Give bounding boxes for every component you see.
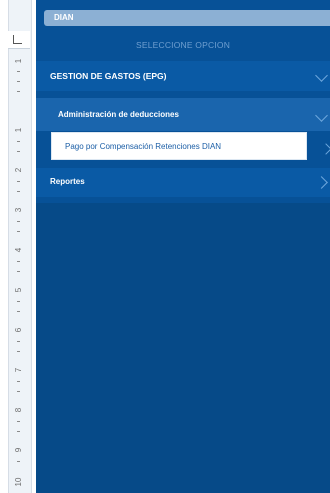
ruler-mark: 8 — [14, 407, 23, 413]
ruler-tick — [17, 181, 20, 182]
ruler-tick — [17, 381, 20, 382]
ruler-mark: 1 — [14, 127, 23, 133]
ruler-tick — [17, 81, 20, 82]
menu-item-gestion-label: GESTION DE GASTOS (EPG) — [50, 71, 167, 81]
ruler-tick — [17, 261, 20, 262]
app-header-bar — [44, 10, 330, 26]
ruler-mark: 3 — [14, 207, 23, 213]
ruler-tick — [17, 341, 20, 342]
menu-item-admin[interactable]: Administración de deducciones — [36, 98, 330, 131]
select-title: SELECCIONE OPCION — [135, 40, 231, 50]
ruler-tick — [17, 191, 20, 192]
ruler-tick — [17, 221, 20, 222]
tab-marker-icon — [13, 35, 22, 44]
ruler-tick — [17, 311, 20, 312]
ruler-tick — [17, 271, 20, 272]
ruler-mark: 10 — [14, 477, 23, 487]
menu-item-reportes-label: Reportes — [50, 177, 85, 186]
chevron-down-icon — [315, 109, 328, 122]
chevron-right-icon — [315, 176, 328, 189]
vertical-ruler: 1 1 2 3 4 5 6 7 8 9 10 — [0, 0, 36, 493]
ruler-mark: 4 — [14, 247, 23, 253]
ruler-tick — [17, 351, 20, 352]
panel-bottom — [36, 203, 330, 493]
chevron-right-icon — [320, 143, 330, 155]
ruler-tick — [17, 461, 20, 462]
ruler-mark: 1 — [14, 58, 23, 64]
ruler-mark: 7 — [14, 367, 23, 373]
menu-item-reportes[interactable]: Reportes — [36, 168, 330, 197]
ruler-tick — [17, 71, 20, 72]
ruler-tick — [17, 301, 20, 302]
ruler-tick — [17, 421, 20, 422]
ruler-mark: 2 — [14, 167, 23, 173]
ruler-tick — [17, 141, 20, 142]
ruler-tick — [17, 91, 20, 92]
menu-item-admin-label: Administración de deducciones — [58, 110, 179, 119]
app-title: DIAN — [54, 13, 74, 22]
ruler-mark: 5 — [14, 287, 23, 293]
menu-item-gestion[interactable]: GESTION DE GASTOS (EPG) — [36, 61, 330, 91]
selected-submenu-item[interactable]: Pago por Compensación Retenciones DIAN — [52, 133, 306, 159]
ruler-tick — [17, 231, 20, 232]
ruler-tick — [17, 151, 20, 152]
ruler-tick — [17, 431, 20, 432]
ruler-mark: 9 — [14, 447, 23, 453]
chevron-down-icon — [315, 69, 328, 82]
ruler-mark: 6 — [14, 327, 23, 333]
selected-submenu-item-label: Pago por Compensación Retenciones DIAN — [65, 142, 222, 151]
ruler-tick — [17, 391, 20, 392]
menu-panel: DIAN SELECCIONE OPCION GESTION DE GASTOS… — [36, 0, 330, 493]
